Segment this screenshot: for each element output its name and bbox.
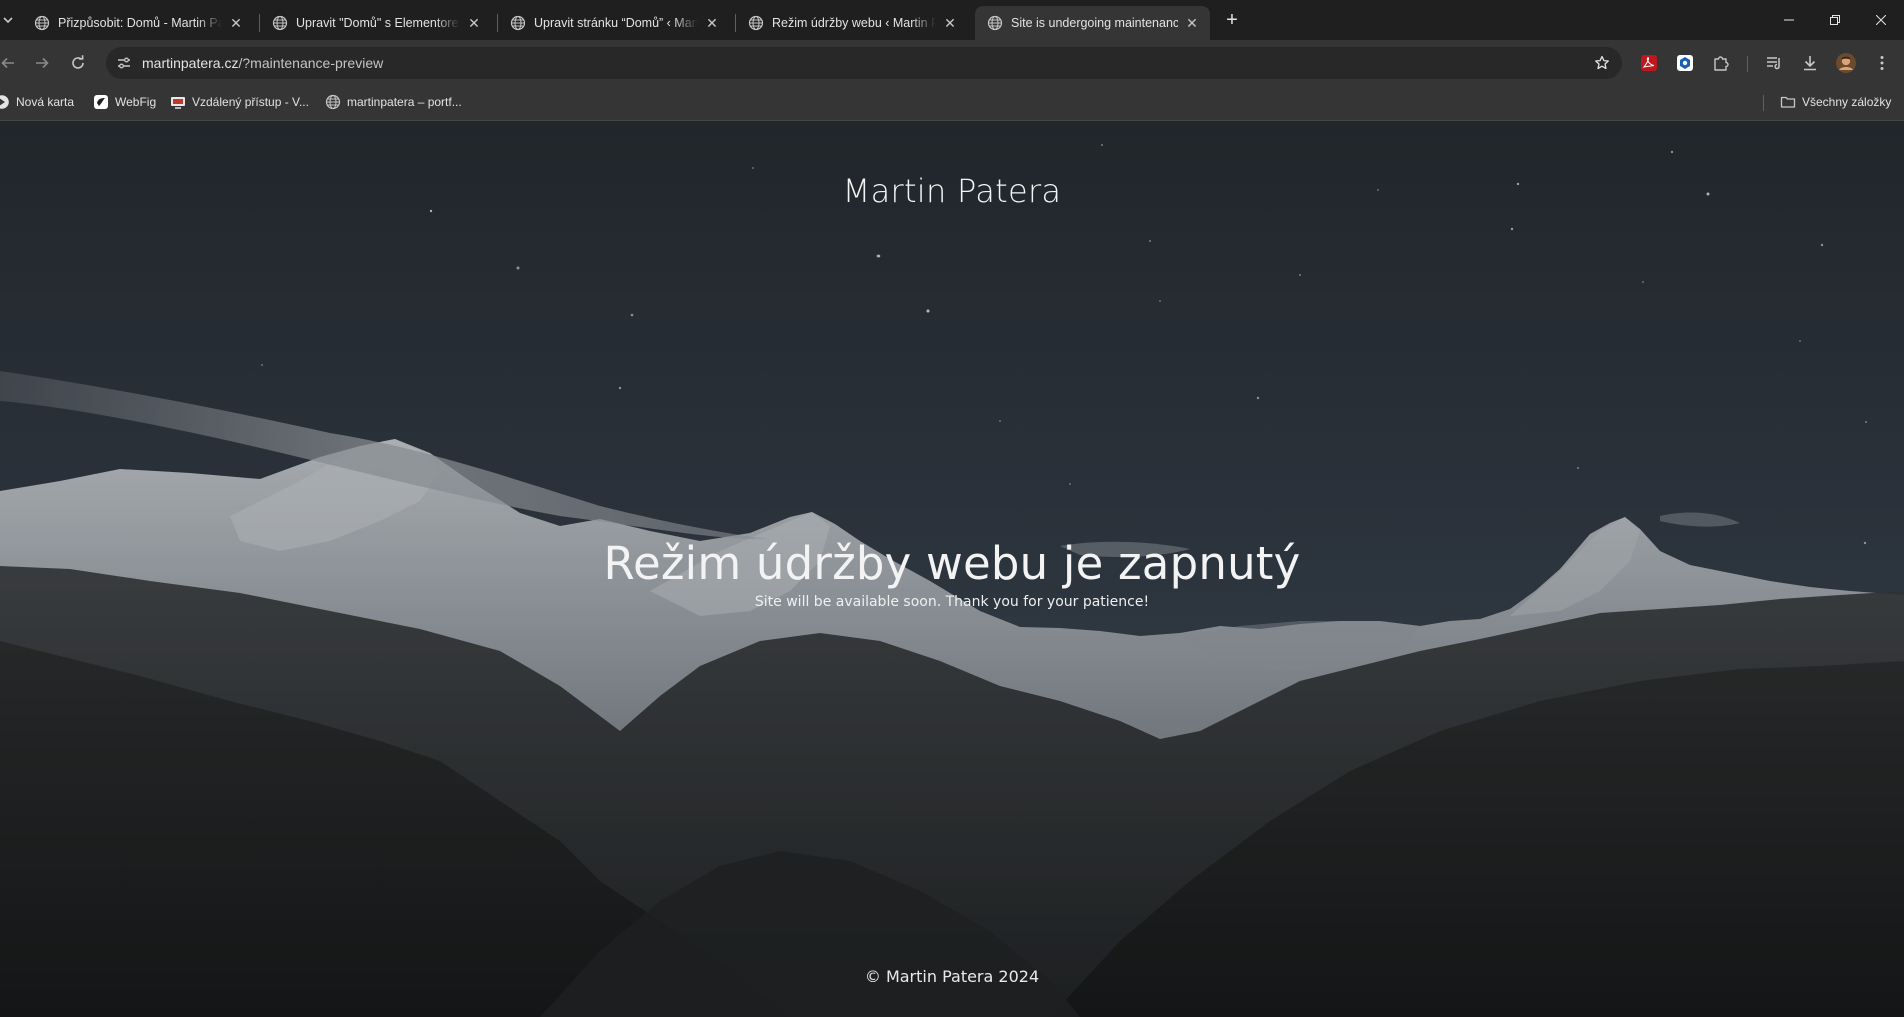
bookmark-portfolio[interactable]: martinpatera – portf... — [325, 86, 462, 118]
site-info-icon[interactable] — [116, 55, 132, 71]
bookmark-label: Vzdálený přístup - V... — [192, 95, 309, 109]
maintenance-page: Martin Patera Režim údržby webu je zapnu… — [0, 121, 1904, 1017]
bookmark-remote-access[interactable]: Vzdálený přístup - V... — [170, 86, 309, 118]
bookmark-label: martinpatera – portf... — [347, 95, 462, 109]
folder-icon — [1780, 96, 1796, 108]
tab-title: Upravit "Domů" s Elementorem — [296, 16, 460, 30]
bookmark-new-tab[interactable]: Nová karta — [0, 86, 74, 118]
toolbar-divider — [1747, 56, 1748, 72]
globe-icon — [272, 15, 288, 31]
tab-search-chevron-icon[interactable] — [0, 6, 16, 34]
all-bookmarks-label: Všechny záložky — [1802, 95, 1892, 109]
tab-strip: Přizpůsobit: Domů - Martin Patera ✕ Upra… — [0, 0, 1904, 40]
globe-icon — [34, 15, 50, 31]
menu-kebab-icon[interactable] — [1870, 51, 1894, 75]
browser-toolbar: martinpatera.cz/?maintenance-preview — [0, 40, 1904, 86]
restore-window-icon[interactable] — [1812, 0, 1858, 40]
bookmark-webfig[interactable]: WebFig — [93, 86, 156, 118]
maintenance-headline: Režim údržby webu je zapnutý — [603, 537, 1301, 590]
tab-title: Site is undergoing maintenance — [1011, 16, 1178, 30]
globe-icon — [987, 15, 1003, 31]
url-text: martinpatera.cz/?maintenance-preview — [142, 47, 383, 79]
tab-maintenance-mode[interactable]: Režim údržby webu ‹ Martin Patera ✕ — [736, 6, 968, 40]
close-tab-icon[interactable]: ✕ — [228, 15, 244, 31]
webfig-icon — [94, 95, 108, 109]
close-tab-icon[interactable]: ✕ — [1184, 15, 1200, 31]
forward-icon[interactable] — [26, 47, 58, 79]
download-icon[interactable] — [1798, 51, 1822, 75]
bookmark-label: Nová karta — [16, 95, 75, 109]
maintenance-message: Site will be available soon. Thank you f… — [754, 594, 1150, 610]
reload-icon[interactable] — [62, 47, 94, 79]
address-bar[interactable]: martinpatera.cz/?maintenance-preview — [106, 47, 1622, 79]
url-path: /?maintenance-preview — [238, 55, 384, 71]
globe-icon — [325, 94, 341, 110]
close-tab-icon[interactable]: ✕ — [704, 15, 720, 31]
bookmarks-divider — [1763, 95, 1764, 111]
extensions-puzzle-icon[interactable] — [1709, 51, 1733, 75]
new-tab-button[interactable]: + — [1218, 8, 1246, 32]
back-icon[interactable] — [0, 47, 24, 79]
bookmark-label: WebFig — [115, 95, 157, 109]
globe-icon — [510, 15, 526, 31]
close-tab-icon[interactable]: ✕ — [942, 15, 958, 31]
tab-edit-elementor[interactable]: Upravit "Domů" s Elementorem ✕ — [260, 6, 492, 40]
minimize-window-icon[interactable] — [1766, 0, 1812, 40]
media-queue-icon[interactable] — [1762, 51, 1786, 75]
profile-avatar[interactable] — [1834, 51, 1858, 75]
tab-title: Režim údržby webu ‹ Martin Patera — [772, 16, 936, 30]
tab-title: Přizpůsobit: Domů - Martin Patera — [58, 16, 222, 30]
tab-title: Upravit stránku “Domů” ‹ Martin Patera — [534, 16, 698, 30]
bookmarks-bar: Nová karta WebFig Vzdálený přístup - V..… — [0, 86, 1904, 121]
close-window-icon[interactable] — [1858, 0, 1904, 40]
extension-blue-icon[interactable] — [1673, 51, 1697, 75]
footer-copyright: © Martin Patera 2024 — [864, 967, 1040, 986]
tab-edit-page[interactable]: Upravit stránku “Domů” ‹ Martin Patera ✕ — [498, 6, 730, 40]
tab-site-maintenance[interactable]: Site is undergoing maintenance ✕ — [975, 6, 1210, 40]
remote-access-icon — [171, 97, 185, 109]
globe-icon — [748, 15, 764, 31]
pdf-extension-icon[interactable] — [1637, 51, 1661, 75]
new-tab-icon — [0, 95, 9, 109]
all-bookmarks-button[interactable]: Všechny záložky — [1780, 86, 1891, 118]
site-title: Martin Patera — [842, 172, 1062, 210]
close-tab-icon[interactable]: ✕ — [466, 15, 482, 31]
bookmark-star-icon[interactable] — [1594, 55, 1610, 71]
url-domain: martinpatera.cz — [142, 55, 239, 71]
tab-customize-home[interactable]: Přizpůsobit: Domů - Martin Patera ✕ — [22, 6, 254, 40]
